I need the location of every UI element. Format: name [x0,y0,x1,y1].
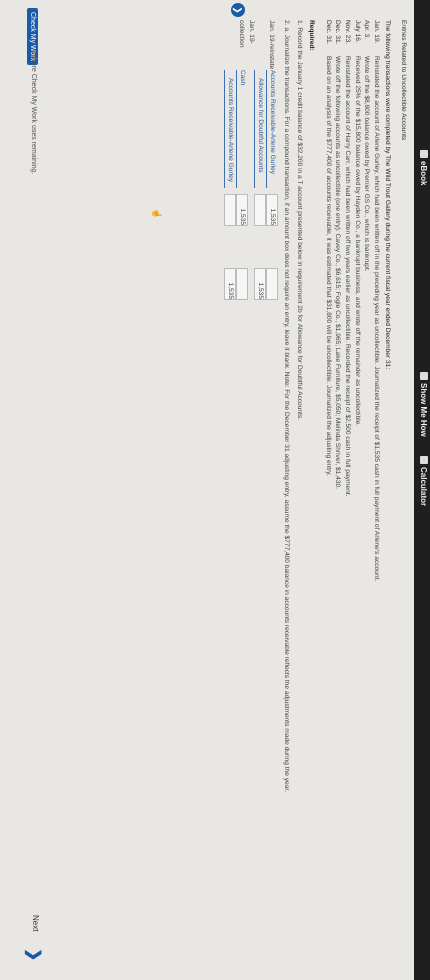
toolbar: eBook Show Me How Calculator [414,0,430,980]
credit-input[interactable] [266,268,279,300]
transaction-date: July 16. [353,20,361,43]
transaction-item: Dec. 31. Wrote off the following accounts… [333,20,343,970]
hand-cursor-icon: ☝ [152,208,162,220]
transaction-date: Dec. 31. [334,20,342,45]
transaction-item: July 16. Received 25% of the $15,800 bala… [352,20,362,970]
account-select[interactable]: Accounts Receivable-Arlene Gurley [266,70,278,188]
transaction-date: Apr. 3. [363,20,371,40]
transaction-list: Jan. 19. Reinstated the account of Arlene… [323,20,381,970]
expand-arrow-button[interactable]: ❯ [231,3,245,17]
transaction-item: Nov. 23. Reinstated the account of Harry … [342,20,352,970]
requirement-1: 1. Record the January 1 credit balance o… [295,20,303,421]
transaction-date: Jan. 19. [372,20,380,44]
debit-input[interactable]: 1,535 [266,194,279,226]
calculator-label: Calculator [419,467,428,507]
ebook-link[interactable]: eBook [419,150,428,185]
problem-intro: The following transactions were complete… [384,20,392,370]
credit-input[interactable]: 1,535 [224,268,237,300]
transaction-text: Reinstated the account of Arlene Gurley,… [372,56,380,582]
debit-input[interactable] [254,194,267,226]
calculator-icon [420,456,428,464]
transaction-text: Reinstated the account of Harry Carr, wh… [344,56,352,497]
journal-date: Jan. 19-reinstate [268,20,276,70]
transaction-item: Apr. 3. Wrote off the $8,800 balance owed… [362,20,372,970]
transaction-item: Jan. 19. Reinstated the account of Arlene… [371,20,381,970]
credit-input[interactable] [236,268,249,300]
transaction-date: Nov. 23. [344,20,352,45]
required-heading: Required: [308,20,316,51]
journal-row: Allowance for Doubtful Accounts 1,535 [254,20,267,970]
transaction-text: Received 25% of the $15,800 balance owed… [353,56,361,427]
show-me-how-link[interactable]: Show Me How [419,372,428,437]
journal-row: Jan. 19-reinstate Accounts Receivable-Ar… [266,20,279,970]
problem-content: Entries Related to Uncollectible Account… [224,20,408,970]
requirement-2a: 2. a. Journalize the transactions. For a… [283,20,291,793]
next-button[interactable]: Next [31,915,40,931]
screen: eBook Show Me How Calculator ❯ Entries R… [0,0,430,980]
account-select[interactable]: Cash [236,70,248,188]
ebook-icon [420,150,428,158]
ebook-label: eBook [419,161,428,186]
transaction-item: Dec. 31. Based on an analysis of the $777… [323,20,333,970]
journal-row: Jan. 19-collection Cash 1,535 [236,20,255,970]
credit-input[interactable]: 1,535 [254,268,267,300]
chevron-right-icon[interactable]: ❯ [24,948,44,961]
transaction-date: Dec. 31. [324,20,332,45]
show-me-how-label: Show Me How [419,383,428,437]
problem-title: Entries Related to Uncollectible Account… [400,20,407,141]
transaction-text: Wrote off the $8,800 balance owed by Pre… [363,56,371,272]
journal-row: Accounts Receivable-Arlene Gurley 1,535 [224,20,237,970]
journal-entry-table: Jan. 19-reinstate Accounts Receivable-Ar… [224,20,279,970]
calculator-link[interactable]: Calculator [419,456,428,506]
video-icon [420,372,428,380]
transaction-text: Based on an analysis of the $777,400 of … [324,56,332,476]
journal-date: Jan. 19-collection [238,20,255,48]
transaction-text: Wrote off the following accounts as unco… [334,56,342,489]
remaining-uses-text: 3 more Check My Work uses remaining. [30,50,37,175]
debit-input[interactable]: 1,535 [236,194,249,226]
account-select[interactable]: Allowance for Doubtful Accounts [254,70,266,188]
debit-input[interactable] [224,194,237,226]
assignment-page: eBook Show Me How Calculator ❯ Entries R… [0,0,430,980]
account-select[interactable]: Accounts Receivable-Arlene Gurley [224,70,236,188]
